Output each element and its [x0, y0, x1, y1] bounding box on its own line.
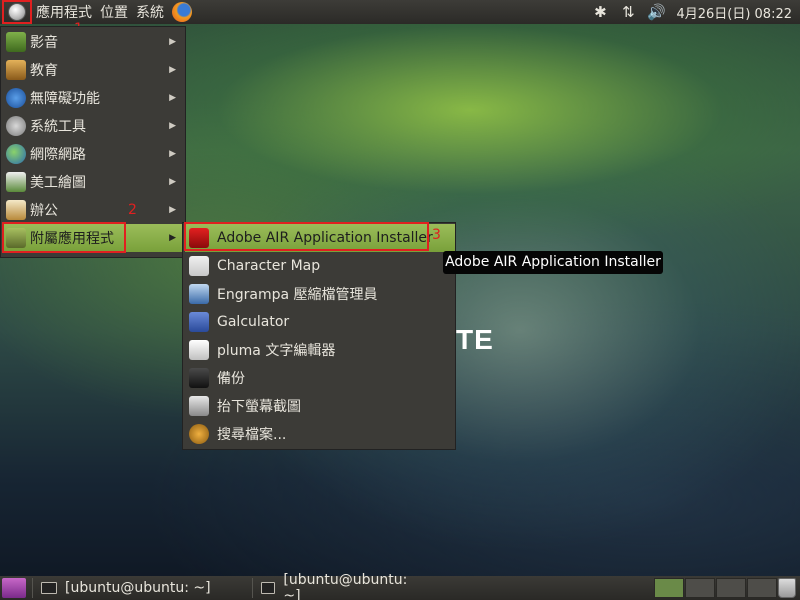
submenu-item-label: pluma 文字編輯器: [217, 343, 336, 359]
system-tools-icon: [6, 116, 26, 136]
accessories-submenu: Adobe AIR Application Installer Characte…: [182, 222, 456, 450]
terminal-icon: [261, 582, 276, 594]
wallpaper-text: TE: [456, 324, 494, 355]
workspace-3[interactable]: [716, 578, 746, 598]
step-label-2: 2: [128, 202, 137, 218]
education-icon: [6, 60, 26, 80]
submenu-item-label: Galculator: [217, 314, 290, 330]
workspace-4[interactable]: [747, 578, 777, 598]
menu-item-label: 無障礙功能: [30, 91, 100, 107]
system-menu[interactable]: 系統: [132, 2, 168, 22]
arrow-right-icon: ▶: [169, 93, 176, 103]
submenu-item-pluma[interactable]: pluma 文字編輯器: [185, 336, 455, 364]
menu-item-label: 辦公: [30, 203, 58, 219]
highlight-box-step-2: [2, 222, 126, 253]
menu-item-accessibility[interactable]: 無障礙功能 ▶: [2, 84, 184, 112]
arrow-right-icon: ▶: [169, 121, 176, 131]
menu-item-audio-video[interactable]: 影音 ▶: [2, 28, 184, 56]
taskbar-window-label: [ubuntu@ubuntu: ~]: [65, 580, 211, 596]
submenu-item-backup[interactable]: 備份: [185, 364, 455, 392]
office-icon: [6, 200, 26, 220]
terminal-icon: [41, 582, 57, 594]
search-files-icon: [189, 424, 209, 444]
submenu-item-character-map[interactable]: Character Map: [185, 252, 455, 280]
submenu-item-galculator[interactable]: Galculator: [185, 308, 455, 336]
menu-item-education[interactable]: 教育 ▶: [2, 56, 184, 84]
submenu-item-label: 備份: [217, 371, 245, 387]
arrow-right-icon: ▶: [169, 149, 176, 159]
submenu-item-search-files[interactable]: 搜尋檔案...: [185, 420, 455, 448]
menu-item-label: 教育: [30, 63, 58, 79]
main-menu-button[interactable]: [2, 0, 32, 24]
graphics-icon: [6, 172, 26, 192]
screenshot-icon: [189, 396, 209, 416]
arrow-right-icon: ▶: [169, 37, 176, 47]
text-editor-icon: [189, 340, 209, 360]
engrampa-icon: [189, 284, 209, 304]
audio-video-icon: [6, 32, 26, 52]
menu-item-label: 網際網路: [30, 147, 86, 163]
submenu-item-label: Character Map: [217, 258, 321, 274]
applications-menu[interactable]: 應用程式: [32, 2, 96, 22]
places-menu[interactable]: 位置: [96, 2, 132, 22]
menu-item-graphics[interactable]: 美工繪圖 ▶: [2, 168, 184, 196]
menu-item-office[interactable]: 辦公 ▶: [2, 196, 184, 224]
submenu-item-label: Engrampa 壓縮檔管理員: [217, 287, 378, 303]
network-icon[interactable]: ⇅: [614, 3, 642, 21]
arrow-right-icon: ▶: [169, 177, 176, 187]
step-label-3: 3: [432, 227, 441, 243]
top-panel: 應用程式 位置 系統 ✱ ⇅ 🔊 4月26日(日) 08:22: [0, 0, 800, 24]
submenu-item-screenshot[interactable]: 抬下螢幕截圖: [185, 392, 455, 420]
clock[interactable]: 4月26日(日) 08:22: [670, 3, 800, 22]
taskbar-window-2[interactable]: [ubuntu@ubuntu: ~]: [252, 572, 412, 600]
workspace-1[interactable]: [654, 578, 684, 598]
system-tray: ✱ ⇅ 🔊 4月26日(日) 08:22: [586, 0, 800, 24]
workspace-2[interactable]: [685, 578, 715, 598]
bluetooth-icon[interactable]: ✱: [586, 3, 614, 21]
firefox-icon[interactable]: [172, 2, 192, 22]
taskbar-window-1[interactable]: [ubuntu@ubuntu: ~]: [32, 578, 252, 598]
menu-item-system-tools[interactable]: 系統工具 ▶: [2, 112, 184, 140]
highlight-box-step-3: [184, 222, 429, 251]
submenu-item-label: 搜尋檔案...: [217, 427, 287, 443]
arrow-right-icon: ▶: [169, 205, 176, 215]
arrow-right-icon: ▶: [169, 233, 176, 243]
character-map-icon: [189, 256, 209, 276]
ubuntu-logo-icon: [8, 3, 26, 21]
menu-item-label: 美工繪圖: [30, 175, 86, 191]
taskbar-window-label: [ubuntu@ubuntu: ~]: [283, 572, 408, 600]
calculator-icon: [189, 312, 209, 332]
trash-icon[interactable]: [778, 578, 796, 598]
volume-icon[interactable]: 🔊: [642, 3, 670, 21]
backup-icon: [189, 368, 209, 388]
internet-icon: [6, 144, 26, 164]
submenu-item-label: 抬下螢幕截圖: [217, 399, 301, 415]
show-desktop-icon[interactable]: [2, 578, 26, 598]
menu-item-internet[interactable]: 網際網路 ▶: [2, 140, 184, 168]
menu-item-label: 影音: [30, 35, 58, 51]
bottom-panel: [ubuntu@ubuntu: ~] [ubuntu@ubuntu: ~]: [0, 572, 800, 600]
menu-item-label: 系統工具: [30, 119, 86, 135]
arrow-right-icon: ▶: [169, 65, 176, 75]
tooltip: Adobe AIR Application Installer: [443, 251, 663, 274]
accessibility-icon: [6, 88, 26, 108]
submenu-item-engrampa[interactable]: Engrampa 壓縮檔管理員: [185, 280, 455, 308]
